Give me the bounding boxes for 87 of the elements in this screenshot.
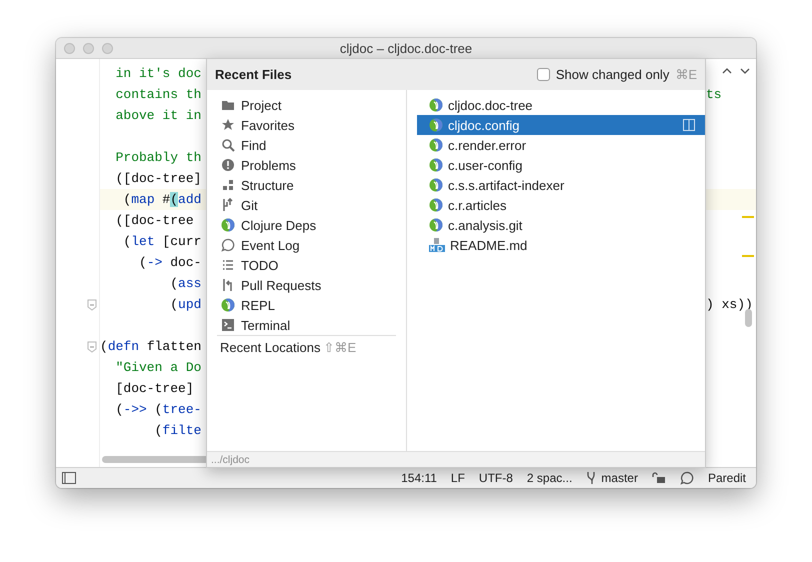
code-line: "Given a Do bbox=[114, 360, 202, 375]
tool-window-item[interactable]: Pull Requests bbox=[217, 275, 396, 295]
code-line: (ass bbox=[169, 276, 202, 291]
fold-marker-icon[interactable] bbox=[87, 298, 97, 310]
tool-window-item[interactable]: Event Log bbox=[217, 235, 396, 255]
speech-bubble-icon[interactable] bbox=[680, 471, 694, 485]
code-line: ) xs)) bbox=[706, 297, 753, 312]
code-line: in it's doc bbox=[114, 66, 202, 81]
warning-marker[interactable] bbox=[742, 216, 754, 218]
speech-bubble-icon bbox=[221, 238, 235, 252]
file-item[interactable]: c.render.error bbox=[417, 135, 705, 155]
round-logo-icon bbox=[429, 118, 443, 132]
code-line: (filte bbox=[154, 423, 202, 438]
code-line: (->> (tree- bbox=[114, 402, 202, 417]
tool-window-item[interactable]: TODO bbox=[217, 255, 396, 275]
search-icon bbox=[221, 138, 235, 152]
panel-toggle-icon[interactable] bbox=[62, 472, 76, 484]
file-item[interactable]: c.analysis.git bbox=[417, 215, 705, 235]
branch-icon bbox=[221, 198, 235, 212]
code-line: (-> doc- bbox=[138, 255, 202, 270]
folder-icon bbox=[221, 98, 235, 112]
caret-position[interactable]: 154:11 bbox=[401, 471, 437, 485]
tool-window-item[interactable]: Project bbox=[217, 95, 396, 115]
markdown-file-icon bbox=[429, 238, 445, 252]
code-line: [doc-tree] bbox=[114, 381, 194, 396]
code-line: (map #(add bbox=[122, 192, 202, 207]
fold-marker-icon[interactable] bbox=[87, 340, 97, 352]
checkbox[interactable] bbox=[536, 68, 550, 81]
round-logo-icon bbox=[429, 138, 443, 152]
code-line: (let [curr bbox=[122, 234, 202, 249]
code-line: ([doc-tree bbox=[114, 213, 194, 228]
chevron-up-icon[interactable] bbox=[722, 67, 732, 75]
close-button[interactable] bbox=[64, 42, 75, 54]
file-item[interactable]: c.user-config bbox=[417, 155, 705, 175]
tool-window-item[interactable]: Terminal bbox=[217, 315, 396, 335]
round-logo-icon bbox=[221, 218, 235, 232]
file-item[interactable]: c.r.articles bbox=[417, 195, 705, 215]
editor-mode[interactable]: Paredit bbox=[708, 471, 746, 485]
code-line: ([doc-tree] bbox=[114, 171, 202, 186]
shortcut-hint: ⇧⌘E bbox=[323, 340, 356, 354]
indent-setting[interactable]: 2 spac... bbox=[526, 471, 572, 485]
checkbox-label[interactable]: Show changed only bbox=[556, 67, 670, 82]
structure-icon bbox=[221, 178, 235, 192]
code-line: (defn flatten bbox=[100, 339, 202, 354]
split-view-icon[interactable] bbox=[683, 119, 695, 131]
terminal-icon bbox=[221, 318, 235, 332]
file-item[interactable]: cljdoc.doc-tree bbox=[417, 95, 705, 115]
file-item[interactable]: cljdoc.config bbox=[417, 115, 705, 135]
code-line: ts bbox=[706, 87, 722, 102]
tool-window-item[interactable]: Clojure Deps bbox=[217, 215, 396, 235]
file-encoding[interactable]: UTF-8 bbox=[478, 471, 513, 485]
round-logo-icon bbox=[429, 178, 443, 192]
tool-window-item[interactable]: Problems bbox=[217, 155, 396, 175]
window-title: cljdoc – cljdoc.doc-tree bbox=[340, 40, 472, 56]
alert-icon bbox=[221, 158, 235, 172]
line-separator[interactable]: LF bbox=[450, 471, 465, 485]
code-line: (upd bbox=[169, 297, 202, 312]
tool-window-item[interactable]: Structure bbox=[217, 175, 396, 195]
round-logo-icon bbox=[429, 218, 443, 232]
warning-marker[interactable] bbox=[742, 255, 754, 257]
pull-request-icon bbox=[221, 278, 235, 292]
branch-icon bbox=[586, 471, 596, 485]
code-line: contains th bbox=[114, 87, 202, 102]
code-line: Probably th bbox=[114, 150, 202, 165]
git-branch[interactable]: master bbox=[601, 471, 638, 485]
tool-window-item[interactable]: Git bbox=[217, 195, 396, 215]
lock-icon[interactable] bbox=[652, 472, 666, 484]
list-icon bbox=[221, 258, 235, 272]
tool-window-item[interactable]: Favorites bbox=[217, 115, 396, 135]
code-line: above it in bbox=[114, 108, 202, 123]
minimize-button[interactable] bbox=[83, 42, 94, 54]
round-logo-icon bbox=[429, 198, 443, 212]
chevron-down-icon[interactable] bbox=[740, 67, 750, 75]
zoom-button[interactable] bbox=[102, 42, 113, 54]
popup-title: Recent Files bbox=[215, 67, 292, 82]
tool-window-item[interactable]: REPL bbox=[217, 295, 396, 315]
round-logo-icon bbox=[429, 98, 443, 112]
file-path: .../cljdoc bbox=[211, 454, 250, 466]
shortcut-hint: ⌘E bbox=[675, 67, 697, 82]
star-icon bbox=[221, 118, 235, 132]
file-item[interactable]: README.md bbox=[417, 235, 705, 255]
file-item[interactable]: c.s.s.artifact-indexer bbox=[417, 175, 705, 195]
vertical-scrollbar-thumb[interactable] bbox=[745, 309, 752, 327]
recent-locations-link[interactable]: Recent Locations bbox=[220, 340, 320, 354]
round-logo-icon bbox=[221, 298, 235, 312]
round-logo-icon bbox=[429, 158, 443, 172]
tool-window-item[interactable]: Find bbox=[217, 135, 396, 155]
